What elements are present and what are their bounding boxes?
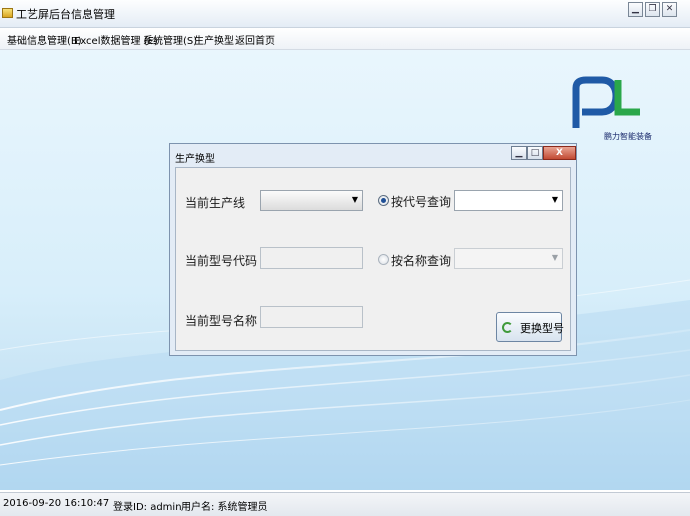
window-restore-button[interactable]: ❐: [645, 2, 660, 17]
chevron-down-icon: ▼: [351, 195, 358, 204]
menu-system[interactable]: 系统管理(S): [143, 32, 197, 47]
status-login-id: 登录ID: admin: [113, 502, 182, 513]
menu-production-changeover[interactable]: 生产换型: [194, 32, 234, 47]
dialog-maximize-button[interactable]: □: [527, 146, 543, 160]
menu-home[interactable]: 返回首页: [235, 32, 275, 47]
radio-by-code-label: 按代号查询: [391, 195, 452, 209]
radio-by-code[interactable]: [378, 195, 389, 206]
radio-by-name[interactable]: [378, 254, 389, 265]
window-close-button[interactable]: ✕: [662, 2, 677, 17]
status-username: 用户名: 系统管理员: [181, 502, 268, 513]
changeover-dialog: 生产换型 ▁ □ X 当前生产线 ▼ 按代号查询 ▼ 当前型号代码 按名称查询 …: [169, 143, 577, 356]
window-minimize-button[interactable]: ▁: [628, 2, 643, 17]
app-folder-icon: [2, 8, 13, 18]
chevron-down-icon: ▼: [551, 253, 558, 262]
status-datetime: 2016-09-20 16:10:47: [3, 498, 110, 509]
window-title: 工艺屏后台信息管理: [16, 8, 115, 21]
window-titlebar: 工艺屏后台信息管理 ▁ ❐ ✕: [0, 0, 690, 28]
menu-bar: 基础信息管理(B) Excel数据管理 (E) 系统管理(S) 生产换型 返回首…: [0, 28, 690, 50]
radio-by-name-label: 按名称查询: [391, 254, 452, 268]
name-query-select[interactable]: ▼: [454, 248, 563, 269]
logo-mark: [572, 76, 640, 128]
production-line-select[interactable]: ▼: [260, 190, 363, 211]
dialog-title: 生产换型: [175, 154, 215, 165]
dialog-client-area: 当前生产线 ▼ 按代号查询 ▼ 当前型号代码 按名称查询 ▼ 当前型号名称 更换…: [175, 167, 571, 351]
label-current-code: 当前型号代码: [185, 254, 258, 268]
change-model-button[interactable]: 更换型号: [496, 312, 564, 342]
code-query-select[interactable]: ▼: [454, 190, 563, 211]
current-name-field: [260, 306, 363, 328]
logo-text: 鹏力智能装备: [604, 132, 652, 141]
change-model-button-label: 更换型号: [520, 322, 564, 335]
dialog-minimize-button[interactable]: ▁: [511, 146, 527, 160]
menu-basic-info[interactable]: 基础信息管理(B): [7, 32, 82, 47]
status-bar: 2016-09-20 16:10:47 登录ID: admin 用户名: 系统管…: [0, 492, 690, 516]
dialog-close-button[interactable]: X: [543, 146, 576, 160]
label-current-line: 当前生产线: [185, 196, 246, 210]
chevron-down-icon: ▼: [551, 195, 558, 204]
company-logo: 鹏力智能装备: [570, 76, 680, 146]
label-current-name: 当前型号名称: [185, 314, 258, 328]
current-code-field: [260, 247, 363, 269]
refresh-icon: [502, 322, 513, 333]
